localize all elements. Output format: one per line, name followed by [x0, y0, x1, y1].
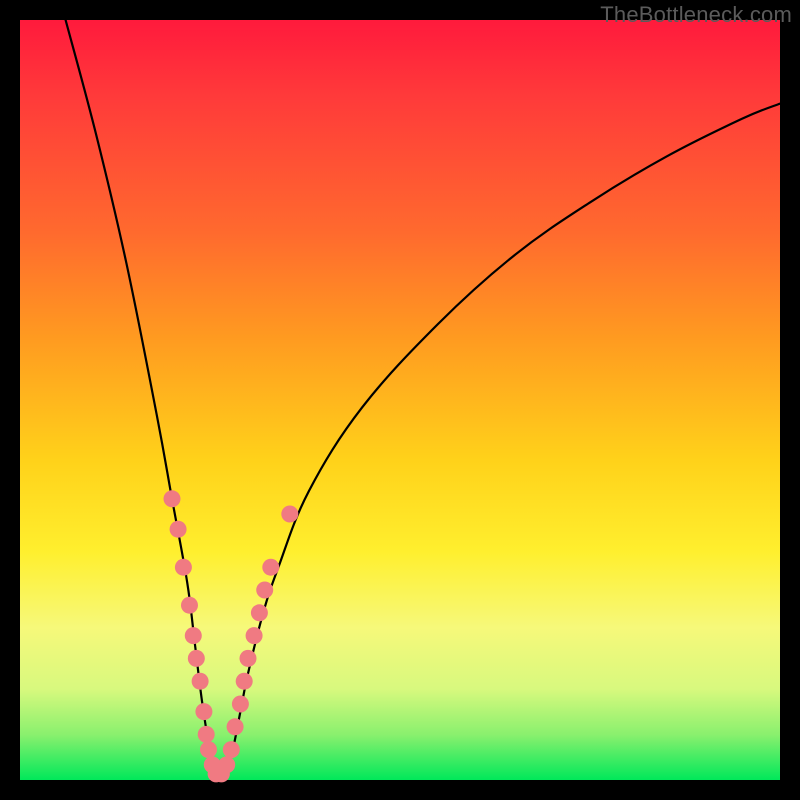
sample-point	[192, 673, 209, 690]
chart-frame: TheBottleneck.com	[0, 0, 800, 800]
sample-point	[262, 559, 279, 576]
sample-point	[195, 703, 212, 720]
sample-point	[200, 741, 217, 758]
sample-point	[232, 696, 249, 713]
sample-point	[185, 627, 202, 644]
sample-point	[164, 490, 181, 507]
sample-point	[256, 582, 273, 599]
sample-point	[246, 627, 263, 644]
sample-point	[227, 718, 244, 735]
chart-svg	[20, 20, 780, 780]
sample-point	[223, 741, 240, 758]
sample-points	[164, 490, 299, 782]
sample-point	[218, 756, 235, 773]
sample-point	[181, 597, 198, 614]
sample-point	[170, 521, 187, 538]
sample-point	[198, 726, 215, 743]
sample-point	[281, 506, 298, 523]
bottleneck-curve	[66, 20, 780, 780]
sample-point	[251, 604, 268, 621]
sample-point	[188, 650, 205, 667]
sample-point	[236, 673, 253, 690]
sample-point	[240, 650, 257, 667]
sample-point	[175, 559, 192, 576]
